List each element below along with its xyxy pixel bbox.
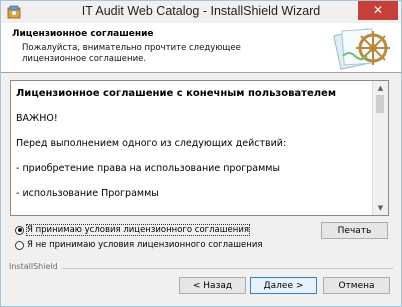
license-line: ВАЖНО! [16, 113, 58, 124]
wizard-header: Лицензионное соглашение Пожалуйста, вним… [1, 23, 401, 73]
scroll-down-arrow-icon[interactable]: ▼ [373, 203, 388, 213]
license-line: - приобретение права на использование пр… [16, 163, 280, 174]
title-bar[interactable]: IT Audit Web Catalog - InstallShield Wiz… [1, 1, 401, 23]
decline-option[interactable]: Я не принимаю условия лицензионного согл… [15, 238, 262, 252]
close-button[interactable]: ✕ [358, 1, 398, 20]
installshield-divider [11, 268, 393, 269]
installshield-label: InstallShield [9, 262, 62, 271]
decline-label[interactable]: Я не принимаю условия лицензионного согл… [27, 240, 262, 250]
document-ship-wheel-icon [333, 28, 390, 70]
back-button[interactable]: < Назад [179, 277, 246, 294]
page-title: Лицензионное соглашение [12, 29, 154, 39]
window-title: IT Audit Web Catalog - InstallShield Wiz… [81, 4, 321, 18]
next-button[interactable]: Далее > [250, 277, 317, 294]
decline-radio[interactable] [15, 240, 24, 250]
scroll-up-arrow-icon[interactable]: ▲ [373, 83, 388, 93]
scroll-thumb[interactable] [376, 95, 384, 113]
accept-radio[interactable] [15, 225, 24, 235]
license-scrollbar[interactable]: ▲ ▼ [372, 81, 388, 215]
cancel-button[interactable]: Отмена [323, 277, 390, 294]
accept-label[interactable]: Я принимаю условия лицензионного соглаше… [26, 224, 250, 236]
page-subtitle: Пожалуйста, внимательно прочтите следующ… [22, 43, 241, 64]
print-button[interactable]: Печать [321, 222, 388, 239]
license-heading: Лицензионное соглашение с конечным польз… [16, 88, 337, 99]
installer-window: IT Audit Web Catalog - InstallShield Wiz… [0, 0, 402, 307]
accept-option[interactable]: Я принимаю условия лицензионного соглаше… [15, 223, 250, 237]
license-line: Перед выполнением одного из следующих де… [16, 138, 287, 149]
license-text-area[interactable]: Лицензионное соглашение с конечным польз… [10, 80, 389, 216]
license-text: Лицензионное соглашение с конечным польз… [16, 81, 366, 206]
license-line: - использование Программы [16, 188, 159, 199]
